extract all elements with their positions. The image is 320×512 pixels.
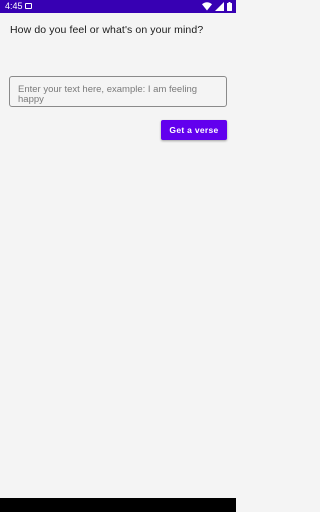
wifi-icon — [202, 2, 212, 11]
mood-input[interactable] — [10, 77, 226, 106]
status-icons — [202, 1, 232, 12]
get-verse-button[interactable]: Get a verse — [161, 120, 227, 140]
status-time: 4:45 — [5, 1, 23, 11]
main-screen: How do you feel or what's on your mind? … — [0, 13, 236, 498]
status-bar: 4:45 — [0, 0, 236, 13]
prompt-heading: How do you feel or what's on your mind? — [10, 24, 204, 36]
notification-icon — [25, 3, 32, 9]
signal-icon — [215, 2, 224, 11]
navigation-bar — [0, 498, 236, 512]
mood-input-field[interactable] — [9, 76, 227, 107]
battery-icon — [227, 2, 232, 11]
